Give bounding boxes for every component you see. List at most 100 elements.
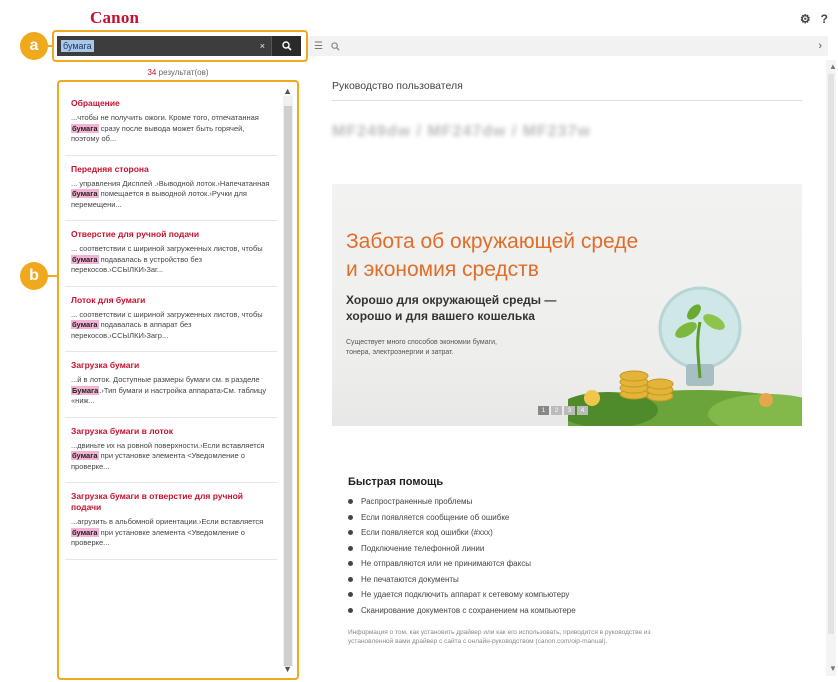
search-result-snippet: ...двиньте их на ровной поверхности.›Есл… (71, 441, 271, 473)
scroll-up-icon[interactable]: ▲ (283, 86, 292, 96)
header-icons: ⚙ ? (800, 12, 828, 26)
search-results-panel: Обращение ...чтобы не получить ожоги. Кро… (57, 80, 299, 680)
snippet-text: ... соответствии с шириной загруженных л… (71, 244, 263, 253)
quick-help-link-label: Сканирование документов с сохранением на… (361, 605, 576, 615)
result-count: 34 результат(ов) (60, 68, 296, 77)
content-scroll-down-icon[interactable]: ▼ (829, 664, 837, 673)
bullet-icon (348, 561, 353, 567)
banner-pager: 1234 (538, 406, 588, 415)
quick-help-link-label: Если появляется код ошибки (#xxx) (361, 528, 493, 537)
search-input-value: бумага (61, 40, 94, 52)
bullet-icon (348, 576, 353, 582)
quick-help-link[interactable]: Если появляется код ошибки (#xxx) (348, 525, 808, 541)
search-result-snippet: ... соответствии с шириной загруженных л… (71, 310, 271, 342)
search-result-title[interactable]: Обращение (71, 98, 271, 109)
help-viewer: Canon ⚙ ? a бумага × 34 результат(ов) b … (0, 0, 838, 682)
help-icon[interactable]: ? (821, 12, 828, 26)
snippet-highlight: бумага (71, 527, 99, 537)
bullet-icon (348, 607, 353, 613)
snippet-text: ...й в лоток. Доступные размеры бумаги с… (71, 375, 260, 384)
clear-icon[interactable]: × (260, 41, 265, 51)
quick-help-link-label: Не печатаются документы (361, 574, 459, 584)
search-input[interactable]: бумага × (57, 36, 271, 56)
banner-text: Существует много способов экономии бумаг… (346, 338, 586, 358)
search-result-item[interactable]: Загрузка бумаги ...й в лоток. Доступные р… (65, 352, 277, 418)
snippet-text: ... соответствии с шириной загруженных л… (71, 309, 263, 319)
search-icon (281, 41, 292, 51)
search-result-title[interactable]: Отверстие для ручной подачи (71, 229, 271, 240)
snippet-highlight: бумага (71, 451, 99, 460)
quick-help-link[interactable]: Не отправляются или не принимаются факсы (348, 556, 808, 572)
quick-help-link-label: Распространенные проблемы (361, 497, 473, 506)
search-result-item[interactable]: Передняя сторона ... управления Дисплей .… (65, 156, 277, 221)
snippet-highlight: бумага (71, 123, 99, 133)
quick-help-link-label: Не отправляются или не принимаются факсы (361, 559, 531, 568)
banner-page-dot[interactable]: 4 (577, 406, 588, 415)
quick-help-link[interactable]: Не удается подключить аппарат к сетевому… (348, 587, 808, 603)
banner-heading-line-2: и экономия средств (346, 258, 539, 281)
snippet-highlight: Бумага (71, 385, 100, 395)
quick-help-link-label: Не удается подключить аппарат к сетевому… (361, 590, 570, 599)
bullet-icon (348, 530, 353, 536)
quick-help-link[interactable]: Распространенные проблемы (348, 494, 808, 510)
quick-help-link[interactable]: Сканирование документов с сохранением на… (348, 603, 808, 619)
callout-b-badge: b (20, 262, 48, 290)
banner-page-dot[interactable]: 3 (564, 406, 575, 415)
content-scroll-up-icon[interactable]: ▲ (829, 62, 837, 71)
search-result-item[interactable]: Обращение ...чтобы не получить ожоги. Кро… (65, 90, 277, 156)
search-result-item[interactable]: Лоток для бумаги ... соответствии с ширин… (65, 287, 277, 352)
content-scrollbar-thumb[interactable] (828, 74, 834, 634)
search-result-item[interactable]: Загрузка бумаги в отверстие для ручной п… (65, 483, 277, 560)
scroll-down-icon[interactable]: ▼ (283, 664, 292, 674)
search-result-snippet: ... соответствии с шириной загруженных л… (71, 244, 271, 276)
lightbulb-plant-illustration (568, 286, 802, 426)
list-icon[interactable]: ☰ (314, 41, 323, 52)
main-content: Руководство пользователя MF249dw / MF247… (332, 80, 802, 645)
banner-subheading: Хорошо для окружающей среды — хорошо и д… (346, 292, 556, 324)
bullet-icon (348, 514, 353, 520)
quick-help-link[interactable]: Подключение телефонной линии (348, 541, 808, 557)
quick-help-link-label: Если появляется сообщение об ошибке (361, 512, 510, 522)
search-button[interactable] (271, 36, 301, 56)
content-scrollbar[interactable] (826, 60, 836, 676)
search-result-snippet: ...й в лоток. Доступные размеры бумаги с… (71, 375, 271, 407)
quick-help-title: Быстрая помощь (348, 476, 444, 488)
search-result-title[interactable]: Передняя сторона (71, 164, 271, 175)
search-result-item[interactable]: Загрузка бумаги в лоток ...двиньте их на … (65, 418, 277, 483)
settings-icon[interactable]: ⚙ (800, 12, 811, 26)
quick-help-link-label: Подключение телефонной линии (361, 543, 485, 553)
document-title: Руководство пользователя (332, 80, 802, 101)
search-result-title[interactable]: Загрузка бумаги (71, 360, 271, 371)
search-icon[interactable] (331, 41, 340, 51)
search-result-snippet: ...агрузить в альбомной ориентации.›Если… (71, 517, 271, 549)
snippet-text: ... управления Дисплей .›Выводной лоток.… (71, 178, 270, 188)
callout-a-badge: a (20, 32, 48, 60)
snippet-text: ...агрузить в альбомной ориентации.›Если… (71, 517, 264, 526)
driver-footnote: Информация о том, как установить драйвер… (348, 629, 651, 645)
quick-help-section: Быстрая помощь Распространенные проблемы… (348, 476, 808, 646)
search-result-item[interactable]: Отверстие для ручной подачи ... соответст… (65, 221, 277, 287)
banner-page-dot[interactable]: 2 (551, 406, 562, 415)
content-toolbar: ☰ › (308, 36, 828, 56)
bullet-icon (348, 592, 353, 598)
quick-help-link[interactable]: Не печатаются документы (348, 572, 808, 588)
result-count-label: результат(ов) (156, 68, 209, 77)
banner-text-line-2: тонера, электроэнергии и затрат. (346, 349, 454, 356)
next-page-icon[interactable]: › (818, 40, 822, 52)
search-bar: бумага × (57, 36, 301, 56)
quick-help-link[interactable]: Если появляется сообщение об ошибке (348, 510, 808, 526)
search-result-title[interactable]: Загрузка бумаги в лоток (71, 426, 271, 437)
banner-page-dot[interactable]: 1 (538, 406, 549, 415)
banner-subheading-line-1: Хорошо для окружающей среды — (346, 293, 557, 307)
results-scrollbar-thumb[interactable] (284, 106, 292, 666)
model-title: MF249dw / MF247dw / MF237w (332, 123, 591, 140)
banner-text-line-1: Существует много способов экономии бумаг… (346, 339, 497, 346)
eco-banner[interactable]: Забота об окружающей среде и экономия ср… (332, 184, 802, 426)
search-result-title[interactable]: Лоток для бумаги (71, 295, 271, 306)
search-result-title[interactable]: Загрузка бумаги в отверстие для ручной п… (71, 491, 271, 513)
results-scrollbar[interactable] (283, 96, 293, 666)
snippet-highlight: бумага (71, 254, 99, 264)
quick-help-list: Распространенные проблемы Если появляется… (348, 494, 808, 618)
snippet-text: ...двиньте их на ровной поверхности.›Есл… (71, 440, 265, 450)
banner-subheading-line-2: хорошо и для вашего кошелька (346, 309, 535, 323)
